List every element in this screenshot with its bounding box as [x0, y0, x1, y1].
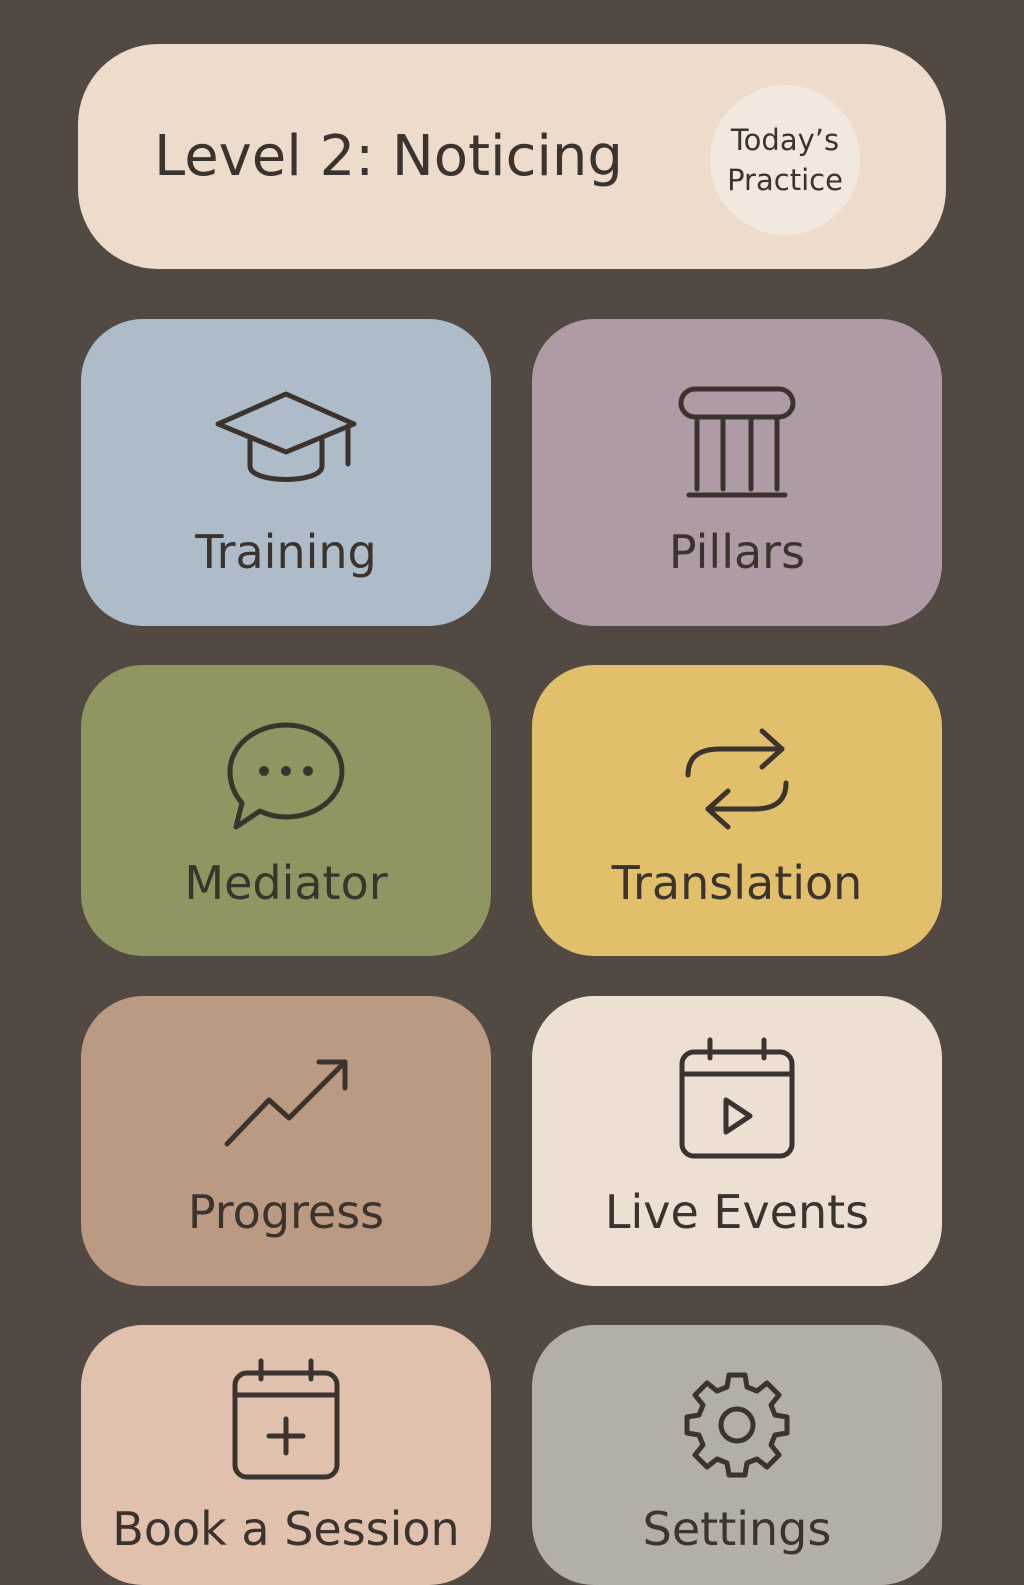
tile-settings-label: Settings [642, 1502, 832, 1556]
tile-book-session[interactable]: Book a Session [81, 1325, 491, 1585]
tile-settings[interactable]: Settings [532, 1325, 942, 1585]
calendar-plus-icon [232, 1358, 340, 1480]
level-title: Level 2: Noticing [154, 124, 623, 189]
tile-pillars-label: Pillars [668, 525, 806, 579]
pillar-icon [678, 386, 796, 498]
tile-mediator-label: Mediator [184, 856, 388, 910]
todays-practice-line2: Practice [727, 163, 843, 197]
graduation-cap-icon [215, 391, 357, 482]
tile-progress-label: Progress [187, 1185, 385, 1239]
todays-practice-button[interactable]: Today’s Practice [710, 85, 860, 235]
tile-pillars[interactable]: Pillars [532, 319, 942, 626]
tile-live-events[interactable]: Live Events [532, 996, 942, 1286]
tile-progress[interactable]: Progress [81, 996, 491, 1286]
calendar-play-icon [679, 1037, 795, 1159]
chat-bubble-icon [227, 722, 345, 830]
tile-training[interactable]: Training [81, 319, 491, 626]
tile-translation[interactable]: Translation [532, 665, 942, 956]
swap-arrows-icon [685, 728, 789, 830]
trending-up-icon [224, 1059, 348, 1147]
gear-icon [684, 1372, 790, 1478]
tile-translation-label: Translation [611, 856, 863, 910]
tile-live-events-label: Live Events [604, 1185, 870, 1239]
level-header-card: Level 2: Noticing Today’s Practice [78, 44, 946, 269]
tile-book-session-label: Book a Session [112, 1502, 460, 1556]
tile-training-label: Training [195, 525, 377, 579]
tile-mediator[interactable]: Mediator [81, 665, 491, 956]
todays-practice-line1: Today’s [730, 123, 840, 157]
